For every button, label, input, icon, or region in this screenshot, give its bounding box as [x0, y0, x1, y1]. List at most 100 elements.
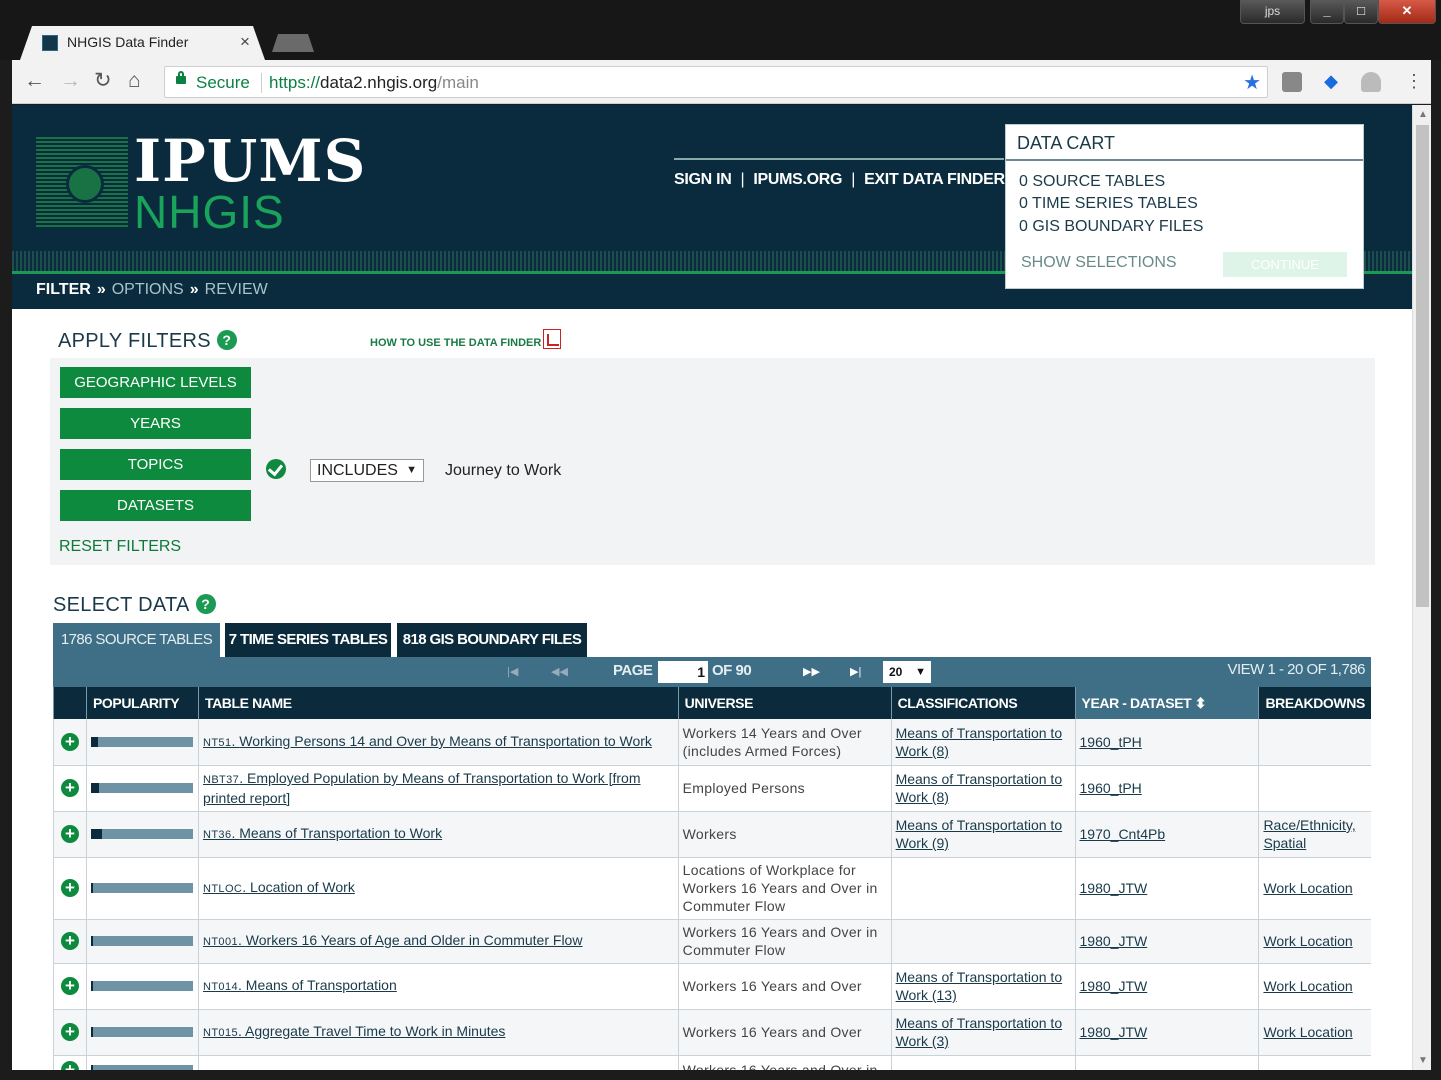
extension-icon[interactable] — [1282, 72, 1302, 92]
help-icon[interactable]: ? — [216, 330, 237, 350]
next-page-icon[interactable]: ▶▶ — [803, 665, 820, 678]
popularity-fill — [90, 783, 100, 793]
table-name-link[interactable]: NT014. Means of Transportation — [203, 977, 397, 993]
url-text[interactable]: https://data2.nhgis.org/main — [269, 73, 479, 93]
add-to-cart-icon[interactable]: + — [60, 1061, 79, 1070]
breakdown-link[interactable]: Work Location — [1263, 933, 1352, 949]
add-to-cart-icon[interactable]: + — [60, 932, 79, 950]
address-bar[interactable]: Secure https://data2.nhgis.org/main ★ — [164, 66, 1268, 98]
scroll-down-icon[interactable]: ▼ — [1418, 1055, 1428, 1066]
first-page-icon[interactable]: |◀ — [507, 665, 518, 678]
bookmark-star-icon[interactable]: ★ — [1243, 70, 1261, 95]
table-name-cell: NTLOC. Location of Work — [197, 857, 679, 920]
crumb-filter[interactable]: FILTER — [36, 281, 91, 298]
ipums-org-link[interactable]: IPUMS.ORG — [753, 171, 842, 189]
years-button[interactable]: YEARS — [60, 408, 251, 439]
page-number-input[interactable]: 1 — [658, 661, 708, 683]
tab-source-tables[interactable]: 1786 SOURCE TABLES — [53, 623, 220, 657]
filter-panel: GEOGRAPHIC LEVELS YEARS TOPICS DATASETS … — [50, 358, 1375, 565]
geographic-levels-button[interactable]: GEOGRAPHIC LEVELS — [60, 367, 251, 398]
dataset-link[interactable]: 1960_tPH — [1080, 734, 1142, 750]
tab-close-icon[interactable]: × — [240, 32, 250, 52]
topic-mode-select[interactable]: INCLUDES ▼ — [310, 459, 424, 482]
breakdown-link[interactable]: Work Location — [1263, 1024, 1352, 1040]
classification-link[interactable]: Means of Transportation to Work (13) — [896, 969, 1063, 1003]
browser-tab[interactable]: NHGIS Data Finder × — [20, 26, 265, 60]
sign-in-link[interactable]: SIGN IN — [674, 171, 732, 189]
home-icon[interactable]: ⌂ — [128, 69, 141, 93]
dataset-link[interactable]: 1980_JTW — [1080, 933, 1148, 949]
add-to-cart-icon[interactable]: + — [60, 779, 79, 797]
cloud-icon[interactable] — [1361, 72, 1381, 92]
dataset-link[interactable]: 1960_tPH — [1080, 780, 1142, 796]
popularity-fill — [90, 981, 94, 991]
table-name-link[interactable]: NTLOC. Location of Work — [203, 879, 355, 895]
classification-link[interactable]: Means of Transportation to Work (9) — [896, 817, 1063, 851]
show-selections-link[interactable]: SHOW SELECTIONS — [1021, 254, 1177, 272]
table-code: NBT37 — [202, 774, 240, 786]
classification-link[interactable]: Means of Transportation to Work (3) — [896, 1015, 1063, 1049]
per-page-select[interactable]: 20 ▼ — [883, 661, 931, 683]
classification-link[interactable]: Means of Transportation to Work (8) — [896, 725, 1063, 759]
back-icon[interactable]: ← — [24, 69, 45, 93]
crumb-review[interactable]: REVIEW — [205, 281, 268, 298]
col-classifications[interactable]: CLASSIFICATIONS — [890, 687, 1076, 719]
add-to-cart-icon[interactable]: + — [60, 1023, 79, 1041]
popularity-fill — [90, 1027, 94, 1037]
breakdown-link[interactable]: Work Location — [1263, 978, 1352, 994]
col-popularity[interactable]: POPULARITY — [85, 687, 199, 719]
minimize-button[interactable]: _ — [1310, 0, 1344, 24]
exit-data-finder-link[interactable]: EXIT DATA FINDER — [864, 171, 1005, 189]
popularity-cell — [85, 919, 199, 964]
classification-link[interactable]: Means of Transportation to Work (8) — [896, 771, 1063, 805]
dataset-link[interactable]: 1980_JTW — [1080, 978, 1148, 994]
col-universe[interactable]: UNIVERSE — [677, 687, 892, 719]
crumb-options[interactable]: OPTIONS — [112, 281, 184, 298]
datasets-button[interactable]: DATASETS — [60, 490, 251, 521]
prev-page-icon[interactable]: ◀◀ — [551, 665, 568, 678]
col-breakdowns[interactable]: BREAKDOWNS — [1258, 687, 1371, 719]
sort-icon[interactable]: ⬍ — [1195, 695, 1207, 711]
lock-icon — [176, 71, 186, 84]
user-badge[interactable]: jps — [1240, 0, 1305, 24]
popularity-fill — [90, 936, 94, 946]
dataset-link[interactable]: 1980_JTW — [1080, 880, 1148, 896]
table-name-link[interactable]: NBT37. Employed Population by Means of T… — [203, 770, 641, 806]
reset-filters-link[interactable]: RESET FILTERS — [59, 538, 181, 556]
add-to-cart-icon[interactable]: + — [60, 732, 79, 751]
breakdown-link[interactable]: Race/Ethnicity, Spatial — [1263, 817, 1355, 851]
col-table-name[interactable]: TABLE NAME — [197, 687, 679, 719]
graduation-cap-icon[interactable]: ◆ — [1321, 72, 1341, 92]
add-to-cart-icon[interactable]: + — [60, 977, 79, 995]
table-name-link[interactable]: NT015. Aggregate Travel Time to Work in … — [203, 1023, 505, 1039]
breakdown-link[interactable]: Work Location — [1263, 880, 1352, 896]
vertical-scrollbar[interactable]: ▲ ▼ — [1412, 105, 1431, 1070]
new-tab-button[interactable] — [272, 34, 314, 52]
table-name-link[interactable]: NT36. Means of Transportation to Work — [203, 825, 442, 841]
dataset-link[interactable]: 1970_Cnt4Pb — [1080, 826, 1166, 842]
tab-time-series-tables[interactable]: 7 TIME SERIES TABLES — [225, 623, 391, 657]
add-to-cart-icon[interactable]: + — [60, 879, 79, 897]
maximize-button[interactable]: □ — [1344, 0, 1378, 24]
dataset-link[interactable]: 1980_JTW — [1080, 1024, 1148, 1040]
continue-button[interactable]: CONTINUE — [1223, 252, 1347, 277]
table-name-link[interactable]: NT001. Workers 16 Years of Age and Older… — [203, 932, 583, 948]
logo-nhgis[interactable]: NHGIS — [134, 185, 285, 239]
reload-icon[interactable]: ↻ — [94, 69, 112, 93]
menu-dots-icon[interactable]: ⋮ — [1404, 72, 1424, 92]
table-name-link[interactable]: NT51. Working Persons 14 and Over by Mea… — [203, 733, 652, 749]
tab-gis-boundary-files[interactable]: 818 GIS BOUNDARY FILES — [397, 623, 587, 657]
universe-cell: Workers 16 Years and Over — [677, 963, 892, 1010]
help-icon[interactable]: ? — [195, 594, 216, 614]
scrollbar-thumb[interactable] — [1416, 125, 1429, 607]
scroll-up-icon[interactable]: ▲ — [1418, 109, 1428, 120]
close-window-button[interactable]: ✕ — [1378, 0, 1436, 24]
topics-button[interactable]: TOPICS — [60, 449, 251, 480]
breakdowns-cell — [1258, 765, 1371, 812]
forward-icon[interactable]: → — [60, 69, 81, 93]
how-to-link[interactable]: HOW TO USE THE DATA FINDER — [370, 337, 541, 349]
add-to-cart-icon[interactable]: + — [60, 825, 79, 843]
last-page-icon[interactable]: ▶| — [850, 665, 861, 678]
col-year-dataset[interactable]: YEAR - DATASET ⬍ — [1074, 687, 1259, 719]
pdf-icon[interactable] — [543, 329, 561, 349]
